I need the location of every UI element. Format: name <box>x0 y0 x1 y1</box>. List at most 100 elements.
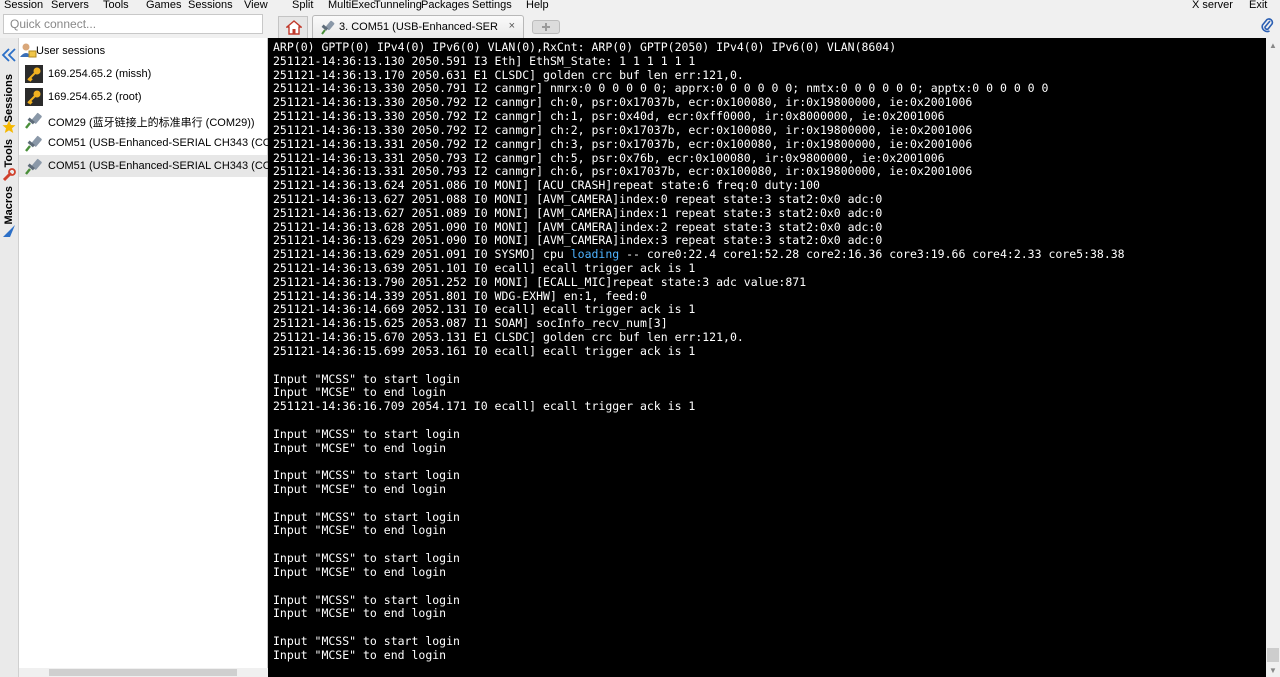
menu-multiexec[interactable]: MultiExec <box>328 0 376 11</box>
session-item[interactable]: 169.254.65.2 (root) <box>19 86 267 108</box>
menu-help[interactable]: Help <box>526 0 549 11</box>
terminal-line: 251121-14:36:13.627 2051.088 I0 MONI] [A… <box>273 191 883 206</box>
terminal-line: 251121-14:36:13.330 2050.792 I2 canmgr] … <box>273 95 973 110</box>
tab-label: 3. COM51 (USB-Enhanced-SERIAL <box>339 21 499 33</box>
terminal-line: Input "MCSS" to start login <box>273 592 460 607</box>
menu-session[interactable]: Session <box>4 0 43 11</box>
session-item[interactable]: 169.254.65.2 (missh) <box>19 63 267 85</box>
menu-settings[interactable]: Settings <box>472 0 512 11</box>
terminal-line: Input "MCSE" to end login <box>273 564 447 579</box>
terminal-line: 251121-14:36:13.629 2051.091 I0 SYSMO] c… <box>273 247 1125 262</box>
terminal-line: Input "MCSS" to start login <box>273 468 460 483</box>
menu-tunneling[interactable]: Tunneling <box>374 0 422 11</box>
paperclip-icon[interactable] <box>1260 17 1274 33</box>
terminal-line: 251121-14:36:13.627 2051.089 I0 MONI] [A… <box>273 205 883 220</box>
macro-icon <box>3 225 15 237</box>
terminal-line: 251121-14:36:13.330 2050.791 I2 canmgr] … <box>273 81 1049 96</box>
terminal-line: 251121-14:36:14.669 2052.131 I0 ecall] e… <box>273 302 696 317</box>
user-sessions-icon <box>20 43 37 58</box>
side-tab-macros[interactable]: Macros <box>3 186 15 225</box>
session-item[interactable]: COM51 (USB-Enhanced-SERIAL CH343 (COM51)… <box>19 132 300 154</box>
tab-com51[interactable]: 3. COM51 (USB-Enhanced-SERIAL × <box>312 15 524 38</box>
terminal-line: Input "MCSS" to start login <box>273 633 460 648</box>
session-item-label: COM51 (USB-Enhanced-SERIAL CH343 (COM51)… <box>48 160 301 172</box>
serial-plug-icon <box>25 112 42 129</box>
scrollbar-thumb[interactable] <box>1267 648 1279 662</box>
terminal-line: 251121-14:36:13.790 2051.252 I0 MONI] [E… <box>273 274 807 289</box>
menu-servers[interactable]: Servers <box>51 0 89 11</box>
terminal-line: 251121-14:36:13.130 2050.591 I3 Eth] Eth… <box>273 53 696 68</box>
terminal-line: Input "MCSE" to end login <box>273 606 447 621</box>
key-icon <box>25 88 43 106</box>
session-item-label: 169.254.65.2 (missh) <box>48 68 152 80</box>
menu-bar: Session Servers Tools Games Sessions Vie… <box>0 0 1280 12</box>
terminal-vertical-scrollbar[interactable]: ▲ ▼ <box>1266 38 1280 677</box>
terminal-line: Input "MCSE" to end login <box>273 482 447 496</box>
menu-packages[interactable]: Packages <box>421 0 469 11</box>
menu-split[interactable]: Split <box>292 0 313 11</box>
plus-icon <box>542 23 550 31</box>
sessions-horizontal-scrollbar[interactable] <box>19 668 268 677</box>
scroll-down-icon[interactable]: ▼ <box>1269 666 1277 675</box>
quick-connect-input[interactable] <box>4 15 266 33</box>
terminal-line: Input "MCSS" to start login <box>273 371 460 386</box>
terminal-line: Input "MCSE" to end login <box>273 523 447 538</box>
sessions-panel: User sessions 169.254.65.2 (missh) 169.2… <box>19 38 300 677</box>
menu-view[interactable]: View <box>244 0 268 11</box>
terminal-line: 251121-14:36:13.330 2050.792 I2 canmgr] … <box>273 109 945 124</box>
scroll-up-icon[interactable]: ▲ <box>1269 41 1277 50</box>
collapse-arrows-icon[interactable] <box>1 48 17 62</box>
quick-connect-box <box>3 14 266 34</box>
menu-exit[interactable]: Exit <box>1249 0 1267 11</box>
terminal-line: 251121-14:36:15.699 2053.161 I0 ecall] e… <box>273 343 696 358</box>
sessions-root-label: User sessions <box>36 45 106 57</box>
terminal-line: 251121-14:36:16.709 2054.171 I0 ecall] e… <box>273 399 696 414</box>
side-tab-sessions[interactable]: Sessions <box>3 74 15 122</box>
terminal-line: 251121-14:36:15.670 2053.131 E1 CLSDC] g… <box>273 330 744 345</box>
terminal-line: ARP(0) GPTP(0) IPv4(0) IPv6(0) VLAN(0),R… <box>273 40 897 54</box>
star-icon <box>2 120 16 133</box>
menu-tools[interactable]: Tools <box>103 0 129 11</box>
key-icon <box>25 65 43 83</box>
terminal-line: 251121-14:36:15.625 2053.087 I1 SOAM] so… <box>273 316 668 331</box>
sessions-root[interactable]: User sessions <box>19 40 267 62</box>
terminal-line: 251121-14:36:13.331 2050.792 I2 canmgr] … <box>273 136 973 151</box>
session-item-label: 169.254.65.2 (root) <box>48 91 142 103</box>
terminal-line: Input "MCSS" to start login <box>273 509 460 524</box>
terminal-line: 251121-14:36:13.330 2050.792 I2 canmgr] … <box>273 122 973 137</box>
menu-sessions[interactable]: Sessions <box>188 0 233 11</box>
session-item-label: COM29 (蓝牙链接上的标准串行 (COM29)) <box>48 117 255 129</box>
terminal-line: Input "MCSS" to start login <box>273 551 460 566</box>
menu-x-server[interactable]: X server <box>1192 0 1233 11</box>
serial-plug-icon <box>321 20 335 35</box>
session-item[interactable]: COM29 (蓝牙链接上的标准串行 (COM29)) <box>19 109 267 131</box>
tab-close-icon[interactable]: × <box>509 20 515 32</box>
terminal-line: Input "MCSE" to end login <box>273 385 447 400</box>
terminal-line: 251121-14:36:13.639 2051.101 I0 ecall] e… <box>273 261 696 275</box>
terminal[interactable]: ARP(0) GPTP(0) IPv4(0) IPv6(0) VLAN(0),R… <box>268 38 1266 677</box>
side-tab-strip: Sessions Tools Macros <box>0 38 19 677</box>
session-item-selected[interactable]: COM51 (USB-Enhanced-SERIAL CH343 (COM51)… <box>19 155 300 177</box>
home-icon <box>286 20 302 35</box>
serial-plug-icon <box>25 158 42 175</box>
new-tab-button[interactable] <box>532 20 560 34</box>
terminal-line: 251121-14:36:13.629 2051.090 I0 MONI] [A… <box>273 233 883 248</box>
scrollbar-thumb[interactable] <box>49 669 237 676</box>
menu-games[interactable]: Games <box>146 0 181 11</box>
tools-icon <box>2 168 16 182</box>
terminal-line: 251121-14:36:13.331 2050.793 I2 canmgr] … <box>273 150 945 165</box>
side-tab-tools[interactable]: Tools <box>3 139 15 168</box>
terminal-line: 251121-14:36:13.170 2050.631 E1 CLSDC] g… <box>273 67 744 82</box>
terminal-line: Input "MCSS" to start login <box>273 426 460 441</box>
terminal-line: 251121-14:36:13.628 2051.090 I0 MONI] [A… <box>273 219 883 234</box>
terminal-output: ARP(0) GPTP(0) IPv4(0) IPv6(0) VLAN(0),R… <box>273 40 1125 663</box>
home-tab[interactable] <box>278 16 308 38</box>
terminal-line: Input "MCSE" to end login <box>273 647 447 662</box>
